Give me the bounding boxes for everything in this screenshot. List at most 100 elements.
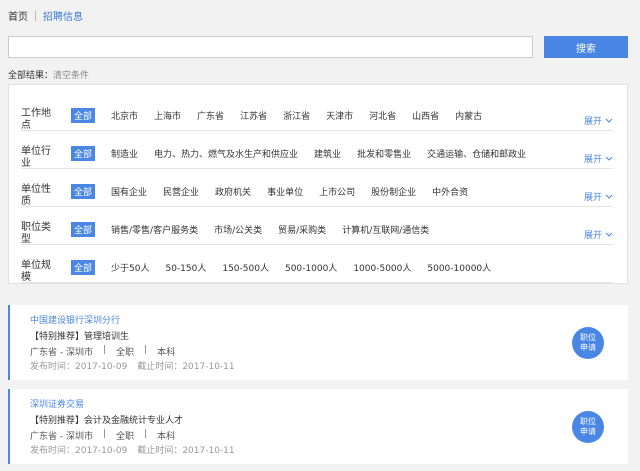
job-company-link[interactable]: 深圳证券交易 [30,397,84,410]
job-location: 广东省 - 深圳市 [30,432,93,442]
filter-option[interactable]: 内蒙古 [455,108,482,123]
job-location: 广东省 - 深圳市 [30,348,93,358]
job-card[interactable]: 深圳证券交易 【特别推荐】会计及金融统计专业人才 广东省 - 深圳市 | 全职 … [8,389,628,464]
filter-option[interactable]: 股份制企业 [371,184,416,199]
breadcrumb-divider [35,10,36,21]
filter-option-all[interactable]: 全部 [71,146,96,161]
filter-option[interactable]: 江苏省 [240,108,267,123]
job-education: 本科 [157,432,176,442]
job-publish-date: 发布时间：2017-10-09 [30,446,128,456]
filter-option[interactable]: 市场/公关类 [214,222,262,237]
job-card[interactable]: 中国建设银行深圳分行 【特别推荐】管理培训生 广东省 - 深圳市 | 全职 | … [8,305,628,380]
filter-label: 工作地点 [21,108,51,131]
job-deadline: 截止时间：2017-10-11 [137,446,235,456]
all-results-label: 全部结果： [8,71,54,81]
filter-option[interactable]: 交通运输、仓储和邮政业 [427,146,526,161]
filter-option[interactable]: 50-150人 [165,260,206,275]
filter-options: 全部 少于50人 50-150人 150-500人 500-1000人 1000… [71,260,613,275]
apply-button[interactable]: 职位 申请 [572,327,604,359]
filter-option[interactable]: 上市公司 [319,184,355,199]
job-dates: 发布时间：2017-10-09 截止时间：2017-10-11 [30,359,235,372]
job-education: 本科 [157,348,176,358]
filter-option[interactable]: 制造业 [111,146,138,161]
filter-option[interactable]: 民营企业 [163,184,199,199]
job-deadline: 截止时间：2017-10-11 [137,362,235,372]
filter-option[interactable]: 事业单位 [267,184,303,199]
filter-option[interactable]: 山西省 [412,108,439,123]
filter-option[interactable]: 建筑业 [314,146,341,161]
job-type: 全职 [116,348,135,358]
expand-button[interactable]: 展开 [584,190,613,203]
job-title[interactable]: 【特别推荐】管理培训生 [30,329,129,342]
filter-option[interactable]: 计算机/互联网/通信类 [342,222,429,237]
search-bar: 搜索 [8,36,628,58]
results-summary: 全部结果：清空条件 [8,68,89,81]
job-meta: 广东省 - 深圳市 | 全职 | 本科 [30,345,175,358]
filter-option[interactable]: 天津市 [326,108,353,123]
filter-option[interactable]: 150-500人 [222,260,269,275]
filter-row-size: 单位规模 全部 少于50人 50-150人 150-500人 500-1000人… [21,245,613,283]
expand-label: 展开 [583,231,602,241]
filter-option[interactable]: 国有企业 [111,184,147,199]
job-type: 全职 [116,432,135,442]
filter-option[interactable]: 500-1000人 [285,260,337,275]
filter-row-position-type: 职位类型 全部 销售/零售/客户服务类 市场/公关类 贸易/采购类 计算机/互联… [21,207,613,245]
meta-divider: | [102,345,107,355]
filter-option[interactable]: 销售/零售/客户服务类 [111,222,198,237]
apply-button[interactable]: 职位 申请 [572,411,604,443]
expand-label: 展开 [583,155,602,165]
filter-options: 全部 销售/零售/客户服务类 市场/公关类 贸易/采购类 计算机/互联网/通信类 [71,222,613,237]
chevron-down-icon [605,156,613,161]
filter-option[interactable]: 北京市 [111,108,138,123]
filter-label: 职位类型 [21,222,51,245]
filter-options: 全部 北京市 上海市 广东省 江苏省 浙江省 天津市 河北省 山西省 内蒙古 [71,108,613,123]
breadcrumb-home-link[interactable]: 首页 [8,8,28,23]
filter-option[interactable]: 上海市 [154,108,181,123]
expand-button[interactable]: 展开 [584,152,613,165]
chevron-down-icon [605,194,613,199]
filter-option[interactable]: 5000-10000人 [427,260,491,275]
filter-option-all[interactable]: 全部 [71,108,96,123]
filter-options: 全部 制造业 电力、热力、燃气及水生产和供应业 建筑业 批发和零售业 交通运输、… [71,146,613,161]
job-company-link[interactable]: 中国建设银行深圳分行 [30,313,120,326]
meta-divider: | [144,429,148,439]
filter-option[interactable]: 广东省 [197,108,224,123]
filter-option[interactable]: 河北省 [369,108,396,123]
expand-button[interactable]: 展开 [584,228,613,241]
filter-option[interactable]: 政府机关 [215,184,251,199]
filter-row-industry: 单位行业 全部 制造业 电力、热力、燃气及水生产和供应业 建筑业 批发和零售业 … [21,131,613,169]
breadcrumb-current[interactable]: 招聘信息 [43,8,83,23]
apply-label-line2: 申请 [580,427,596,436]
job-publish-date: 发布时间：2017-10-09 [30,362,128,372]
expand-label: 展开 [583,117,602,127]
breadcrumb: 首页 招聘信息 [8,8,83,23]
job-dates: 发布时间：2017-10-09 截止时间：2017-10-11 [30,443,235,456]
filter-option[interactable]: 电力、热力、燃气及水生产和供应业 [154,146,298,161]
apply-label-line1: 职位 [580,333,596,342]
filter-options: 全部 国有企业 民营企业 政府机关 事业单位 上市公司 股份制企业 中外合资 [71,184,613,199]
filter-option-all[interactable]: 全部 [71,222,96,237]
filter-option[interactable]: 少于50人 [111,260,149,275]
filter-option-all[interactable]: 全部 [71,184,96,199]
search-input[interactable] [8,36,533,58]
job-title[interactable]: 【特别推荐】会计及金融统计专业人才 [30,413,183,426]
meta-divider: | [102,429,107,439]
filter-option[interactable]: 中外合资 [432,184,468,199]
filter-row-location: 工作地点 全部 北京市 上海市 广东省 江苏省 浙江省 天津市 河北省 山西省 … [21,93,613,131]
filter-row-nature: 单位性质 全部 国有企业 民营企业 政府机关 事业单位 上市公司 股份制企业 中… [21,169,613,207]
expand-button[interactable]: 展开 [584,114,613,127]
expand-label: 展开 [583,193,602,203]
filter-option[interactable]: 批发和零售业 [357,146,411,161]
filter-label: 单位规模 [21,260,51,283]
clear-conditions-link[interactable]: 清空条件 [53,71,89,81]
filter-option[interactable]: 浙江省 [283,108,310,123]
search-button[interactable]: 搜索 [544,36,628,58]
filter-panel: 工作地点 全部 北京市 上海市 广东省 江苏省 浙江省 天津市 河北省 山西省 … [8,84,628,284]
filter-option-all[interactable]: 全部 [71,260,96,275]
chevron-down-icon [605,232,613,237]
filter-label: 单位性质 [21,184,51,207]
filter-label: 单位行业 [21,146,51,169]
filter-option[interactable]: 贸易/采购类 [278,222,326,237]
apply-label-line1: 职位 [580,417,596,426]
filter-option[interactable]: 1000-5000人 [353,260,411,275]
